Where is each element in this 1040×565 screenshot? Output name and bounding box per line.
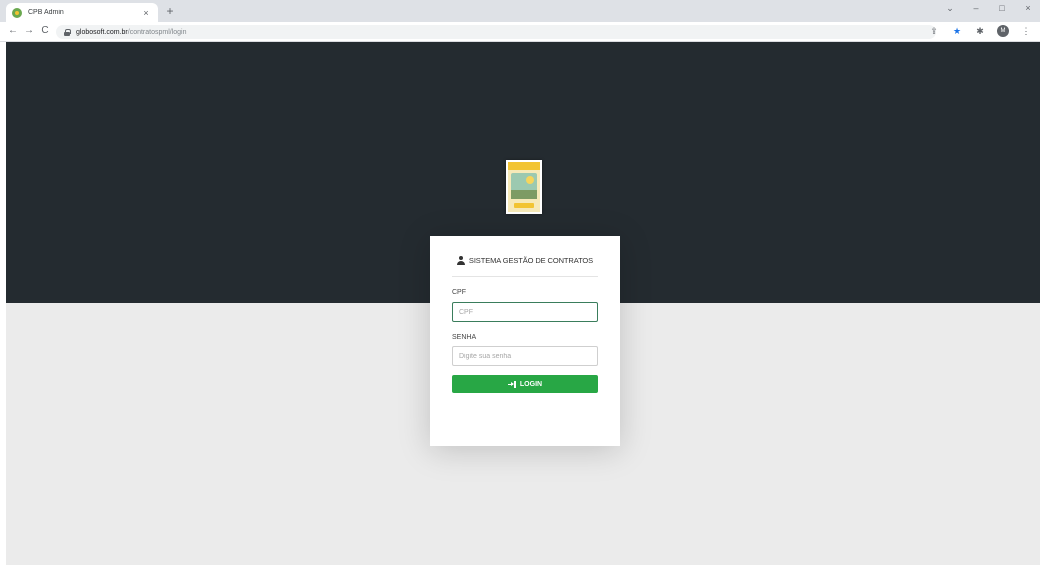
login-card-header: SISTEMA GESTÃO DE CONTRATOS [452,256,598,265]
tab-search-icon[interactable]: ⌄ [944,3,956,14]
cpf-label: CPF [452,289,466,296]
login-button-label: LOGIN [519,380,543,388]
toolbar-actions: ⇪ ★ ✱ M ⋮ [928,25,1032,37]
logo-sun [526,176,534,184]
profile-avatar[interactable]: M [997,25,1009,37]
page-viewport: SISTEMA GESTÃO DE CONTRATOS CPF SENHA LO… [6,42,1040,565]
forward-button[interactable]: → [22,25,36,36]
url-host: globosoft.com.br [76,28,128,36]
close-window-button[interactable]: × [1022,3,1034,14]
back-button[interactable]: ← [6,25,20,36]
favicon-icon [12,7,22,18]
logo-image [506,160,542,214]
sign-in-icon [507,380,516,388]
login-title: SISTEMA GESTÃO DE CONTRATOS [468,256,594,265]
extensions-icon[interactable]: ✱ [974,26,986,37]
cpf-input[interactable] [452,302,598,322]
logo-land [511,190,537,199]
password-input[interactable] [452,346,598,366]
user-icon [456,256,465,265]
url-path: /contratospml/login [127,28,187,36]
senha-label: SENHA [452,334,477,341]
window-controls: ⌄ – □ × [944,3,1034,14]
browser-toolbar: ← → C globosoft.com.br/contratospml/logi… [0,22,1040,42]
reload-button[interactable]: C [38,25,52,36]
browser-tab[interactable]: CPB Admin × [6,3,158,22]
login-button[interactable]: LOGIN [452,375,598,393]
new-tab-button[interactable]: + [162,4,178,18]
address-bar[interactable]: globosoft.com.br/contratospml/login [56,25,936,39]
tab-close-button[interactable]: × [140,8,152,18]
login-card: SISTEMA GESTÃO DE CONTRATOS CPF SENHA LO… [430,236,620,446]
browser-tab-strip: CPB Admin × + ⌄ – □ × [0,0,1040,22]
logo-bottom-band [514,203,534,208]
lock-icon[interactable] [64,28,71,36]
divider [452,276,598,277]
tab-title: CPB Admin [28,9,64,16]
bookmark-star-icon[interactable]: ★ [951,26,963,37]
logo-top-band [508,162,540,170]
share-icon[interactable]: ⇪ [928,26,940,37]
maximize-button[interactable]: □ [996,3,1008,14]
menu-icon[interactable]: ⋮ [1020,26,1032,37]
minimize-button[interactable]: – [970,3,982,14]
